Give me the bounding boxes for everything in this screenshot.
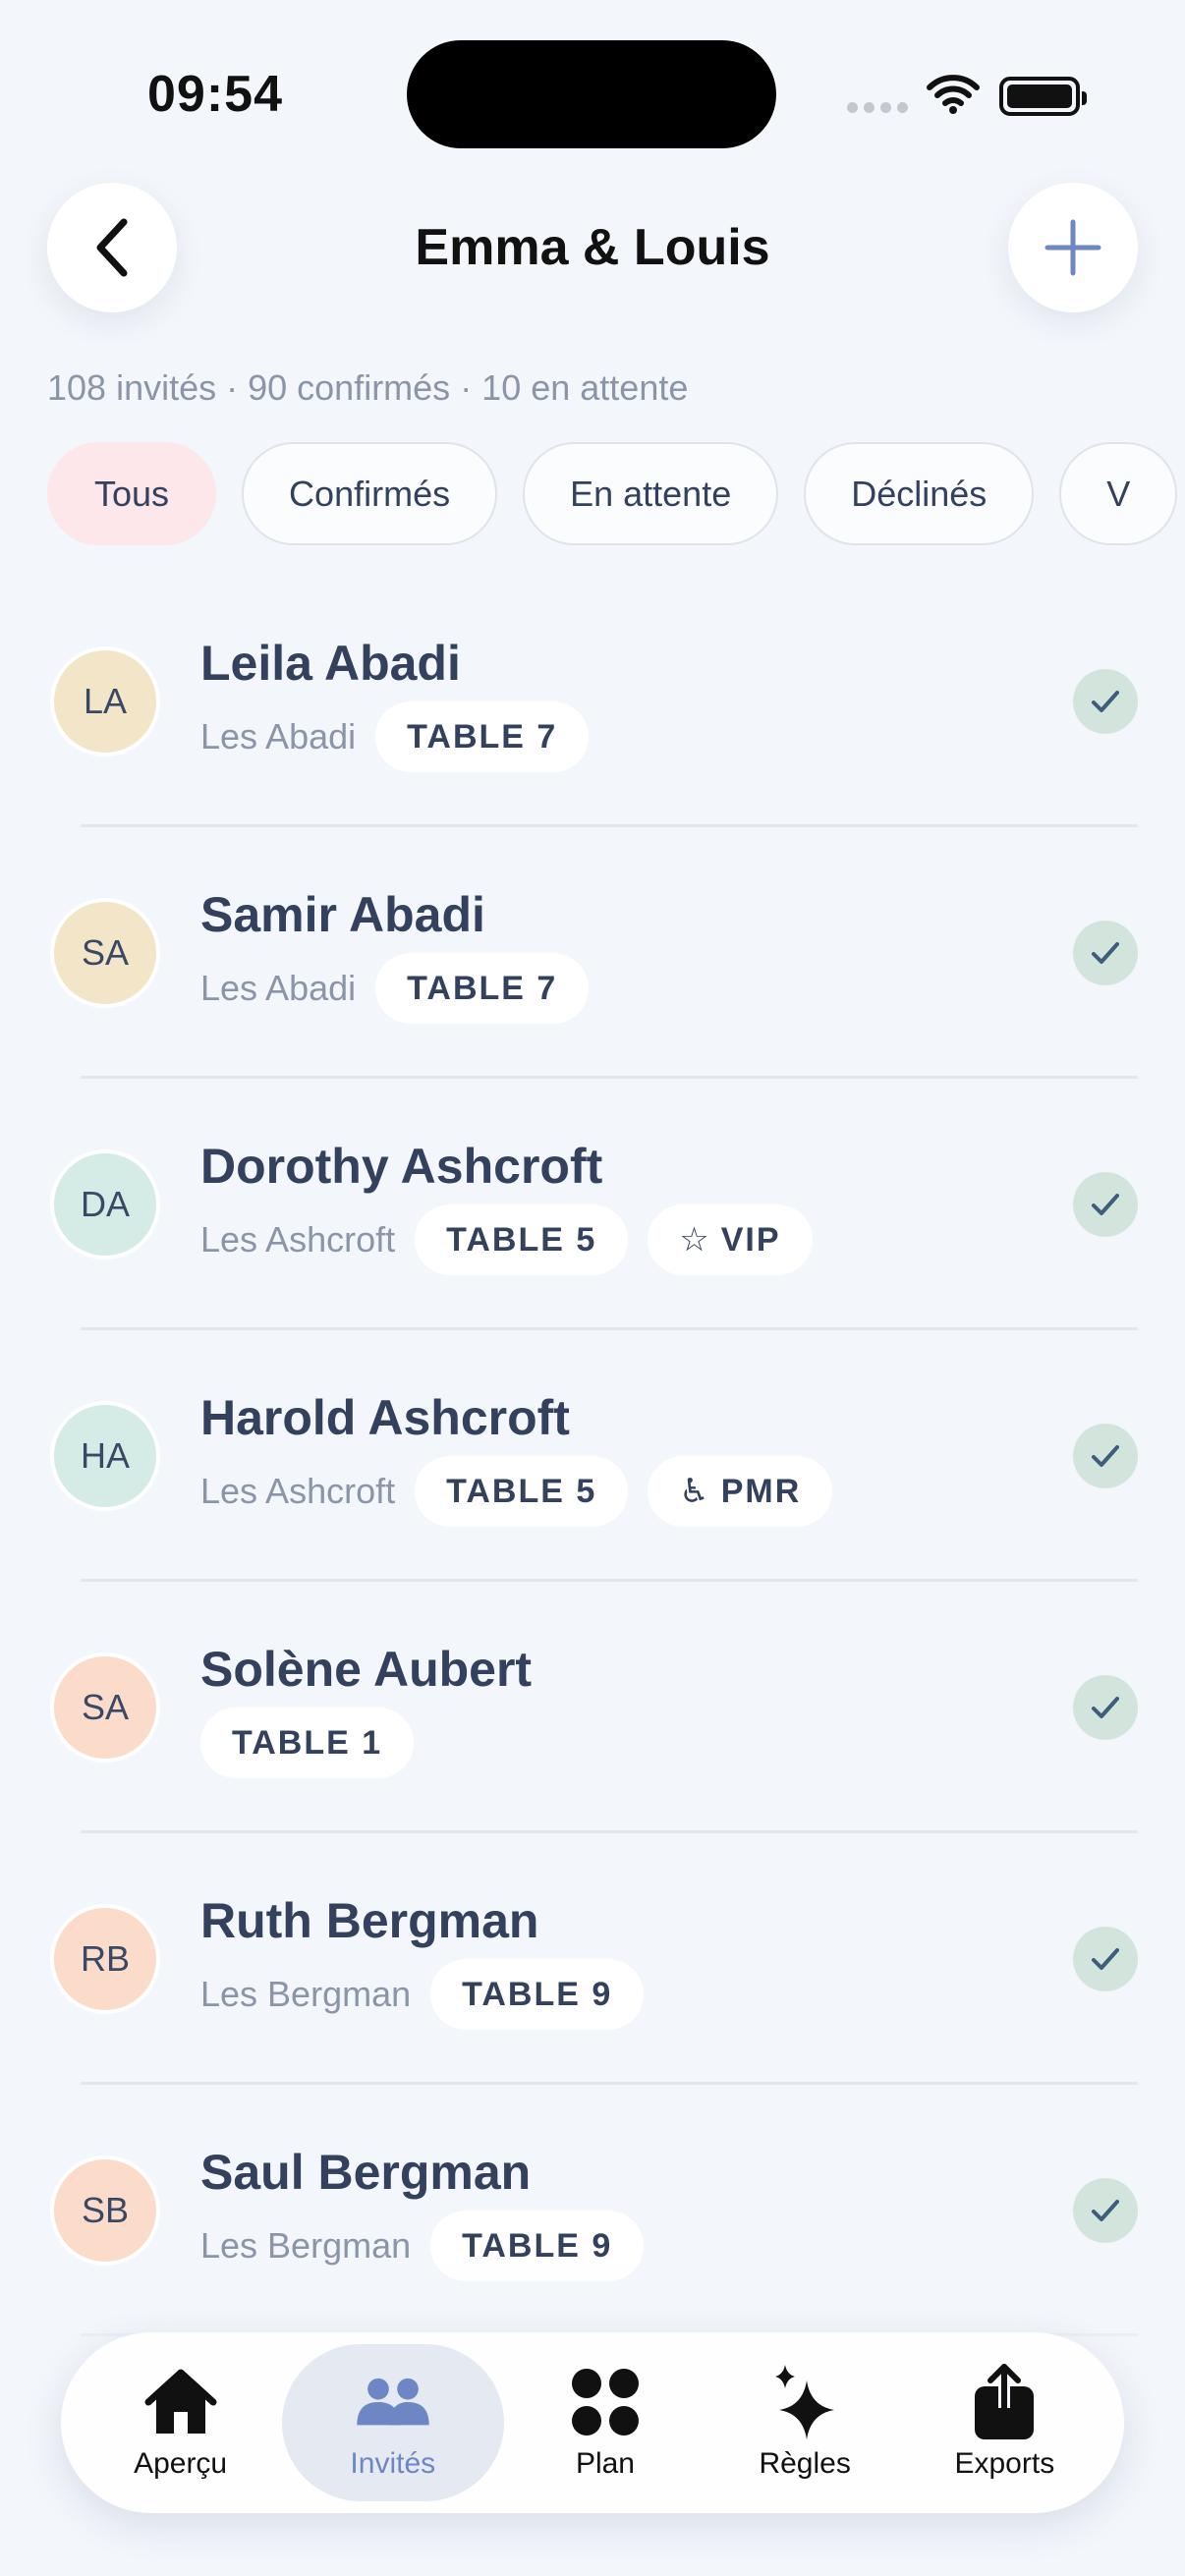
- filter-chips: Tous Confirmés En attente Déclinés V: [47, 442, 1178, 545]
- guest-name: Samir Abadi: [200, 887, 485, 942]
- household-label: Les Abadi: [200, 968, 357, 1008]
- household-label: Les Ashcroft: [200, 1219, 396, 1260]
- sparkles-icon: [765, 2365, 844, 2439]
- guest-summary: 108 invités · 90 confirmés · 10 en atten…: [47, 367, 689, 408]
- avatar: LA: [50, 646, 160, 756]
- guest-name: Saul Bergman: [200, 2145, 532, 2200]
- guest-row[interactable]: SA Samir Abadi Les Abadi TABLE 7: [0, 827, 1185, 1079]
- filter-label: Confirmés: [289, 473, 451, 514]
- tab-label: Exports: [954, 2447, 1055, 2480]
- vip-label: VIP: [720, 1220, 781, 1259]
- guest-name: Solène Aubert: [200, 1642, 533, 1697]
- tab-bar: Aperçu Invités Plan Règles Exports: [61, 2332, 1124, 2513]
- table-badge: TABLE 9: [430, 1959, 645, 2030]
- tab-label: Aperçu: [134, 2447, 228, 2480]
- tab-plan[interactable]: Plan: [507, 2344, 704, 2501]
- tab-label: Invités: [350, 2447, 436, 2480]
- household-label: Les Bergman: [200, 1974, 412, 2014]
- avatar: HA: [50, 1401, 160, 1511]
- plus-icon: [1044, 219, 1101, 276]
- dynamic-island: [407, 40, 776, 148]
- filter-label: Déclinés: [851, 473, 988, 514]
- status-bar: 09:54: [0, 0, 1185, 148]
- confirmed-check-icon: [1073, 1675, 1138, 1740]
- confirmed-check-icon: [1073, 669, 1138, 734]
- grid-dots-icon: [566, 2365, 645, 2439]
- house-icon: [141, 2365, 220, 2439]
- guest-meta: Les Bergman TABLE 9: [200, 1959, 645, 2030]
- avatar: SA: [50, 898, 160, 1008]
- pmr-label: PMR: [720, 1472, 802, 1510]
- battery-icon: [999, 77, 1087, 116]
- guest-meta: Les Ashcroft TABLE 5 ♿ PMR: [200, 1456, 833, 1527]
- guest-list: LA Leila Abadi Les Abadi TABLE 7 SA Sami…: [0, 576, 1185, 2336]
- avatar: DA: [50, 1149, 160, 1260]
- filter-label: V: [1106, 473, 1131, 514]
- share-icon: [965, 2364, 1044, 2439]
- tab-exports[interactable]: Exports: [906, 2344, 1102, 2501]
- guest-row[interactable]: HA Harold Ashcroft Les Ashcroft TABLE 5 …: [0, 1330, 1185, 1582]
- filter-all[interactable]: Tous: [47, 442, 217, 545]
- guest-name: Ruth Bergman: [200, 1893, 539, 1948]
- wifi-icon: [927, 75, 980, 119]
- table-badge: TABLE 5: [415, 1204, 629, 1275]
- guest-meta: Les Abadi TABLE 7: [200, 701, 590, 772]
- guest-name: Harold Ashcroft: [200, 1390, 570, 1445]
- status-time: 09:54: [147, 66, 283, 123]
- add-guest-button[interactable]: [1008, 183, 1138, 312]
- guest-meta: Les Ashcroft TABLE 5 ☆ VIP: [200, 1204, 813, 1275]
- star-icon: ☆: [679, 1221, 709, 1259]
- avatar: RB: [50, 1904, 160, 2014]
- filter-label: En attente: [570, 473, 732, 514]
- tab-regles[interactable]: Règles: [706, 2344, 903, 2501]
- pmr-badge: ♿ PMR: [648, 1456, 833, 1527]
- guest-row[interactable]: DA Dorothy Ashcroft Les Ashcroft TABLE 5…: [0, 1079, 1185, 1330]
- guest-meta: Les Abadi TABLE 7: [200, 953, 590, 1024]
- guest-meta: TABLE 1: [200, 1708, 415, 1778]
- table-badge: TABLE 7: [375, 701, 590, 772]
- filter-label: Tous: [94, 473, 170, 514]
- guest-row[interactable]: RB Ruth Bergman Les Bergman TABLE 9: [0, 1833, 1185, 2085]
- filter-more[interactable]: V: [1059, 442, 1178, 545]
- confirmed-check-icon: [1073, 1424, 1138, 1488]
- table-badge: TABLE 1: [200, 1708, 415, 1778]
- household-label: Les Ashcroft: [200, 1471, 396, 1511]
- filter-pending[interactable]: En attente: [523, 442, 779, 545]
- wheelchair-icon: ♿: [679, 1473, 709, 1510]
- guest-name: Dorothy Ashcroft: [200, 1139, 603, 1194]
- confirmed-check-icon: [1073, 1927, 1138, 1991]
- vip-badge: ☆ VIP: [648, 1204, 813, 1275]
- tab-invites[interactable]: Invités: [281, 2344, 504, 2501]
- tab-label: Règles: [759, 2447, 851, 2480]
- tab-label: Plan: [575, 2447, 635, 2480]
- confirmed-check-icon: [1073, 1172, 1138, 1237]
- people-icon: [354, 2365, 432, 2439]
- filter-declined[interactable]: Déclinés: [804, 442, 1035, 545]
- table-badge: TABLE 7: [375, 953, 590, 1024]
- table-badge: TABLE 5: [415, 1456, 629, 1527]
- avatar: SB: [50, 2156, 160, 2266]
- tab-apercu[interactable]: Aperçu: [83, 2344, 279, 2501]
- guest-row[interactable]: LA Leila Abadi Les Abadi TABLE 7: [0, 576, 1185, 827]
- confirmed-check-icon: [1073, 921, 1138, 985]
- avatar: SA: [50, 1652, 160, 1763]
- guest-name: Leila Abadi: [200, 636, 461, 691]
- cellular-signal-icon: [847, 102, 908, 113]
- household-label: Les Abadi: [200, 716, 357, 756]
- filter-confirmed[interactable]: Confirmés: [242, 442, 498, 545]
- confirmed-check-icon: [1073, 2178, 1138, 2243]
- guest-row[interactable]: SA Solène Aubert TABLE 1: [0, 1582, 1185, 1833]
